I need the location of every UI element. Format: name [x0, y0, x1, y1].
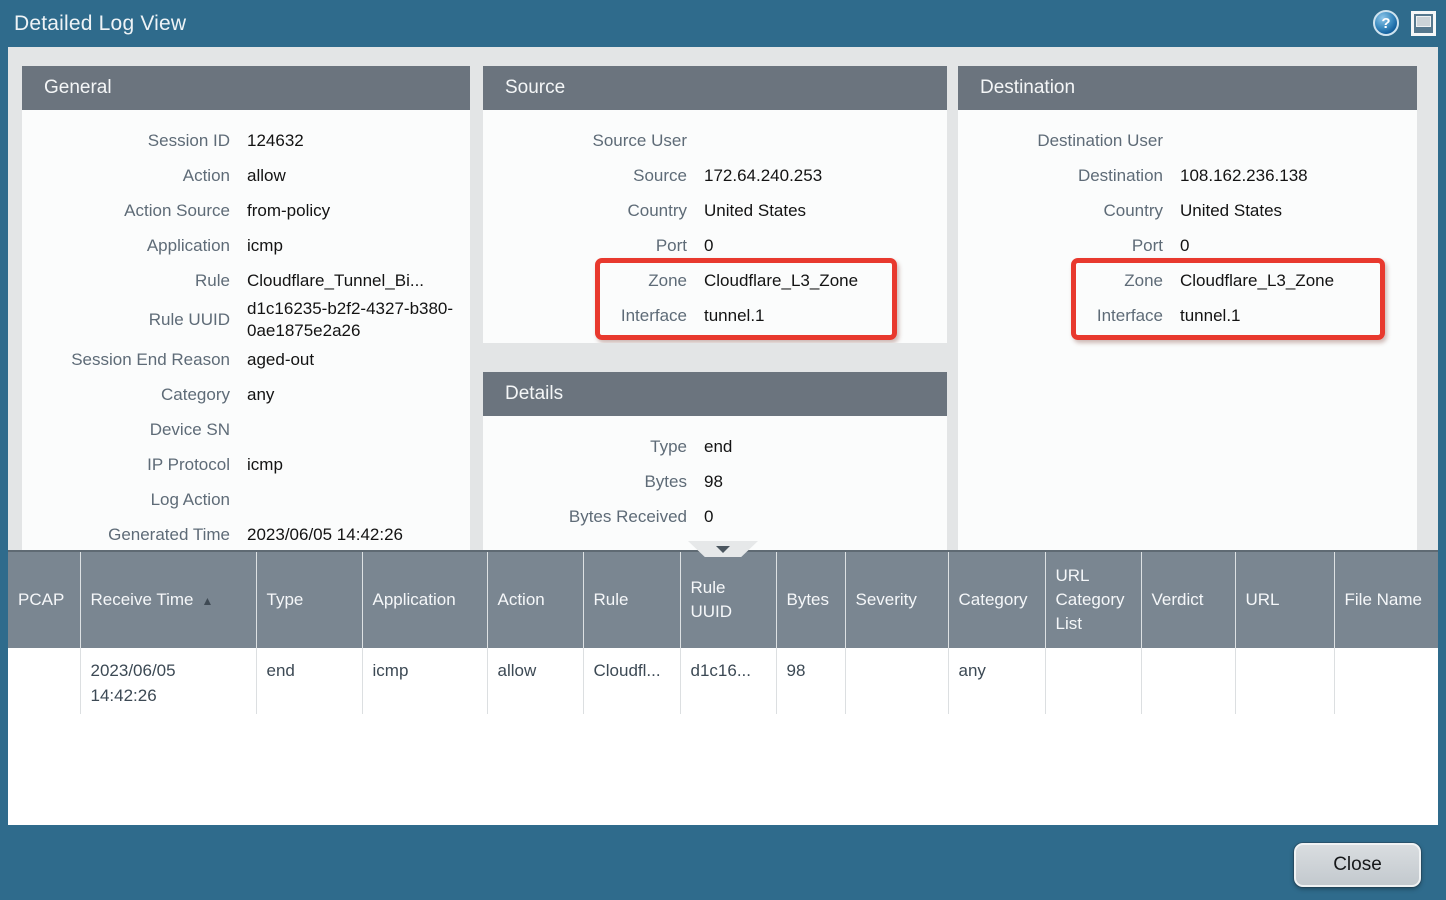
restore-window-icon[interactable] [1411, 11, 1436, 36]
column-header-url-category-list[interactable]: URL Category List [1045, 552, 1141, 648]
field-session-id: Session ID124632 [22, 123, 470, 158]
field-bytes-received: Bytes Received0 [483, 499, 947, 534]
page-title: Detailed Log View [0, 12, 186, 36]
cell-url-category-list [1045, 648, 1141, 714]
field-bytes: Bytes98 [483, 464, 947, 499]
field-action-source: Action Sourcefrom-policy [22, 193, 470, 228]
panel-source-title: Source [483, 66, 947, 110]
panel-destination-title: Destination [958, 66, 1417, 110]
panel-details: Details Typeend Bytes98 Bytes Received0 [483, 372, 947, 550]
column-header-severity[interactable]: Severity [845, 552, 948, 648]
cell-receive-time: 2023/06/05 14:42:26 [80, 648, 256, 714]
cell-url [1235, 648, 1334, 714]
column-header-verdict[interactable]: Verdict [1141, 552, 1235, 648]
field-destination-user: Destination User [958, 123, 1417, 158]
close-button[interactable]: Close [1294, 843, 1421, 887]
panel-destination: Destination Destination User Destination… [958, 66, 1417, 550]
titlebar-icons: ? [1373, 10, 1436, 36]
panel-source: Source Source User Source172.64.240.253 … [483, 66, 947, 343]
column-header-application[interactable]: Application [362, 552, 487, 648]
column-header-type[interactable]: Type [256, 552, 362, 648]
table-row[interactable]: 2023/06/05 14:42:26 end icmp allow Cloud… [8, 648, 1438, 714]
help-icon[interactable]: ? [1373, 10, 1399, 36]
log-table-section: PCAP Receive Time▲ Type Application Acti… [8, 550, 1438, 825]
panel-details-title: Details [483, 372, 947, 416]
field-destination-country: CountryUnited States [958, 193, 1417, 228]
column-header-pcap[interactable]: PCAP [8, 552, 80, 648]
field-session-end-reason: Session End Reasonaged-out [22, 342, 470, 377]
field-destination-interface: Interfacetunnel.1 [958, 298, 1417, 333]
field-source-port: Port0 [483, 228, 947, 263]
field-application: Applicationicmp [22, 228, 470, 263]
field-source-country: CountryUnited States [483, 193, 947, 228]
cell-rule: Cloudfl... [583, 648, 680, 714]
field-rule-uuid: Rule UUIDd1c16235-b2f2-4327-b380-0ae1875… [22, 298, 470, 342]
column-header-action[interactable]: Action [487, 552, 583, 648]
cell-rule-uuid: d1c16... [680, 648, 776, 714]
panel-general: General Session ID124632 Actionallow Act… [22, 66, 470, 550]
field-ip-protocol: IP Protocolicmp [22, 447, 470, 482]
field-destination: Destination108.162.236.138 [958, 158, 1417, 193]
cell-category: any [948, 648, 1045, 714]
cell-action: allow [487, 648, 583, 714]
table-header-row: PCAP Receive Time▲ Type Application Acti… [8, 552, 1438, 648]
column-header-category[interactable]: Category [948, 552, 1045, 648]
panel-general-title: General [22, 66, 470, 110]
field-source-zone: ZoneCloudflare_L3_Zone [483, 263, 947, 298]
field-generated-time: Generated Time2023/06/05 14:42:26 [22, 517, 470, 550]
cell-application: icmp [362, 648, 487, 714]
column-header-rule[interactable]: Rule [583, 552, 680, 648]
field-rule: RuleCloudflare_Tunnel_Bi... [22, 263, 470, 298]
field-type: Typeend [483, 429, 947, 464]
cell-type: end [256, 648, 362, 714]
field-destination-zone: ZoneCloudflare_L3_Zone [958, 263, 1417, 298]
cell-file-name [1334, 648, 1438, 714]
field-source-user: Source User [483, 123, 947, 158]
field-device-sn: Device SN [22, 412, 470, 447]
column-header-rule-uuid[interactable]: Rule UUID [680, 552, 776, 648]
field-action: Actionallow [22, 158, 470, 193]
field-destination-port: Port0 [958, 228, 1417, 263]
title-bar: Detailed Log View ? [0, 0, 1446, 47]
chevron-down-icon [716, 546, 730, 553]
field-log-action: Log Action [22, 482, 470, 517]
cell-verdict [1141, 648, 1235, 714]
cell-bytes: 98 [776, 648, 845, 714]
field-source-interface: Interfacetunnel.1 [483, 298, 947, 333]
cell-pcap [8, 648, 80, 714]
column-header-url[interactable]: URL [1235, 552, 1334, 648]
column-header-receive-time[interactable]: Receive Time▲ [80, 552, 256, 648]
column-header-bytes[interactable]: Bytes [776, 552, 845, 648]
sort-ascending-icon: ▲ [201, 594, 213, 608]
cell-severity [845, 648, 948, 714]
log-table: PCAP Receive Time▲ Type Application Acti… [8, 552, 1438, 714]
field-category: Categoryany [22, 377, 470, 412]
column-header-file-name[interactable]: File Name [1334, 552, 1438, 648]
field-source: Source172.64.240.253 [483, 158, 947, 193]
